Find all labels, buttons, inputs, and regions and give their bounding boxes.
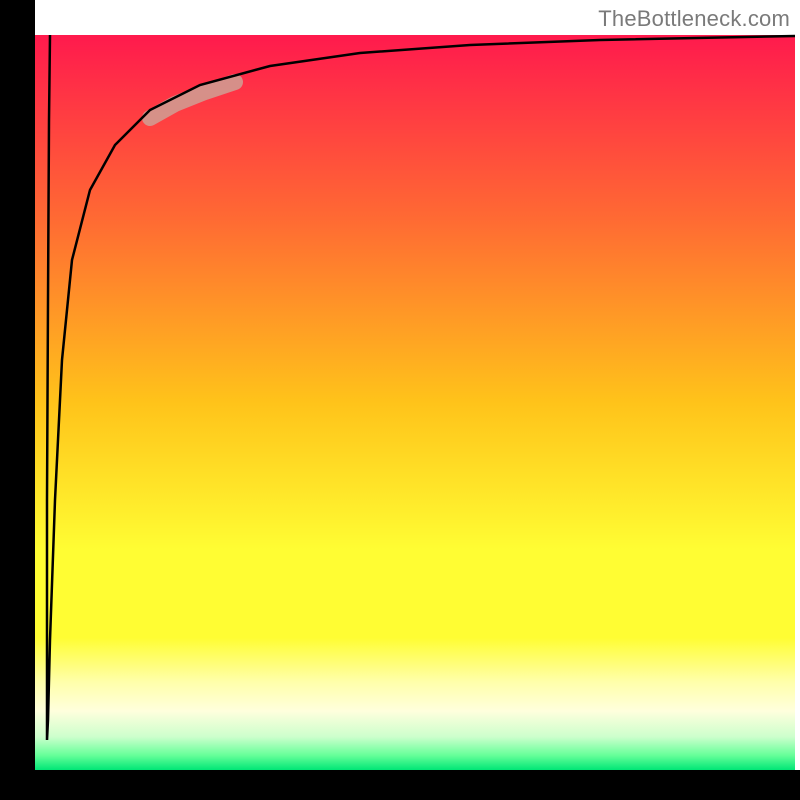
watermark-text: TheBottleneck.com — [598, 6, 790, 32]
y-axis-bar — [0, 0, 35, 800]
plot-area — [35, 35, 795, 770]
chart-plot — [0, 0, 800, 800]
chart-container: TheBottleneck.com — [0, 0, 800, 800]
x-axis-bar — [0, 770, 800, 800]
